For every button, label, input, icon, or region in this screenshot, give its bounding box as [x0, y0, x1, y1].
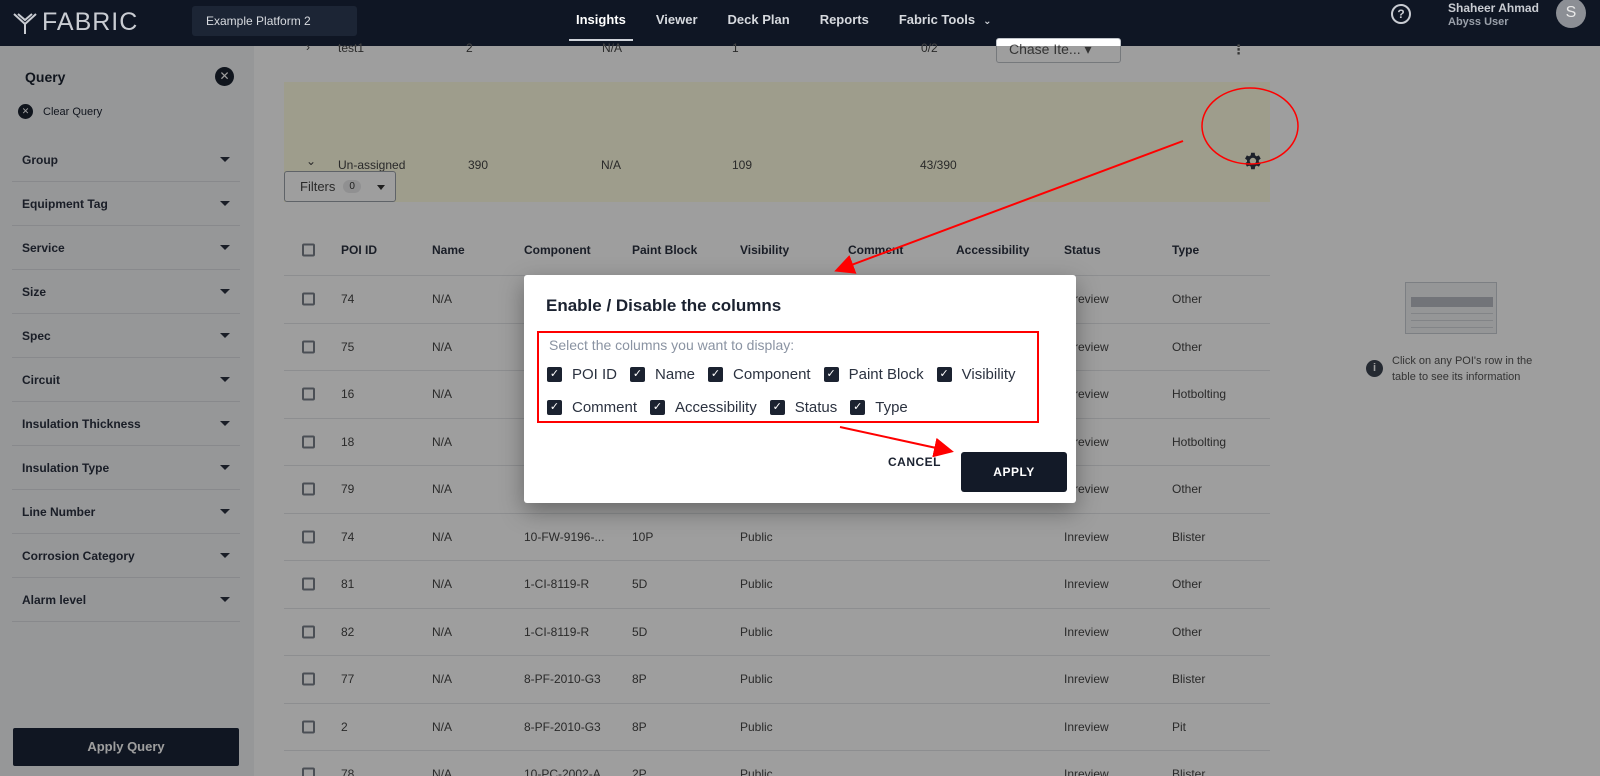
checkbox-checked-icon[interactable]: ✓ — [630, 367, 646, 382]
checkbox-checked-icon[interactable]: ✓ — [547, 367, 562, 382]
checkbox-checked-icon[interactable]: ✓ — [936, 367, 952, 382]
apply-button[interactable]: APPLY — [961, 452, 1067, 492]
column-settings-modal: Enable / Disable the columns Select the … — [524, 275, 1076, 503]
column-options-box: Select the columns you want to display: … — [537, 331, 1039, 423]
column-option-label: Type — [875, 399, 908, 416]
column-option-label: Component — [733, 366, 811, 383]
column-option-status[interactable]: ✓ Status — [769, 399, 838, 416]
checkbox-checked-icon[interactable]: ✓ — [850, 400, 866, 415]
top-nav: FABRIC Example Platform 2 Insights Viewe… — [0, 0, 1600, 46]
checkbox-checked-icon[interactable]: ✓ — [547, 400, 562, 415]
nav-viewer[interactable]: Viewer — [656, 0, 698, 46]
column-option-label: POI ID — [572, 366, 618, 383]
column-option-label: Accessibility — [675, 399, 757, 416]
avatar[interactable]: S — [1556, 0, 1586, 28]
column-option-type[interactable]: ✓ Type — [850, 399, 908, 416]
nav-insights[interactable]: Insights — [569, 0, 633, 46]
column-option-visibility[interactable]: ✓ Visibility — [936, 366, 1016, 383]
cancel-button[interactable]: CANCEL — [888, 455, 941, 469]
checkbox-checked-icon[interactable]: ✓ — [708, 367, 724, 382]
nav-reports[interactable]: Reports — [820, 0, 869, 46]
options-row-2: ✓ Comment ✓ Accessibility ✓ Status ✓ Type — [547, 399, 921, 416]
checkbox-checked-icon[interactable]: ✓ — [650, 400, 666, 415]
modal-title: Enable / Disable the columns — [546, 296, 782, 315]
column-option-label: Comment — [572, 399, 638, 416]
options-row-1: ✓ POI ID ✓ Name ✓ Component ✓ Paint Block ✓ Visib… — [547, 366, 1029, 383]
column-option-label: Visibility — [961, 366, 1016, 383]
column-option-paint-block[interactable]: ✓ Paint Block — [823, 366, 924, 383]
nav-deck-plan[interactable]: Deck Plan — [728, 0, 790, 46]
column-option-label: Name — [655, 366, 696, 383]
help-icon[interactable]: ? — [1391, 4, 1411, 24]
column-option-name[interactable]: ✓ Name — [630, 366, 695, 383]
platform-selector[interactable]: Example Platform 2 — [192, 6, 357, 36]
column-option-component[interactable]: ✓ Component — [708, 366, 811, 383]
fabric-logo-icon — [13, 12, 37, 34]
column-option-label: Paint Block — [848, 366, 924, 383]
column-option-label: Status — [794, 399, 838, 416]
checkbox-checked-icon[interactable]: ✓ — [769, 400, 785, 415]
checkbox-checked-icon[interactable]: ✓ — [823, 367, 839, 382]
column-option-accessibility[interactable]: ✓ Accessibility — [650, 399, 757, 416]
fabric-logo[interactable]: FABRIC — [12, 8, 138, 37]
nav-fabric-tools-label: Fabric Tools — [898, 12, 976, 27]
chevron-down-icon: ⌄ — [983, 16, 992, 27]
logo-text: FABRIC — [42, 8, 139, 36]
user-name: Shaheer Ahmad — [1448, 1, 1539, 15]
column-option-comment[interactable]: ✓ Comment — [547, 399, 637, 416]
column-option-poi-id[interactable]: ✓ POI ID — [547, 366, 617, 383]
nav-fabric-tools[interactable]: Fabric Tools ⌄ — [899, 0, 992, 46]
modal-subtitle: Select the columns you want to display: — [549, 337, 795, 353]
user-role: Abyss User — [1448, 16, 1509, 28]
